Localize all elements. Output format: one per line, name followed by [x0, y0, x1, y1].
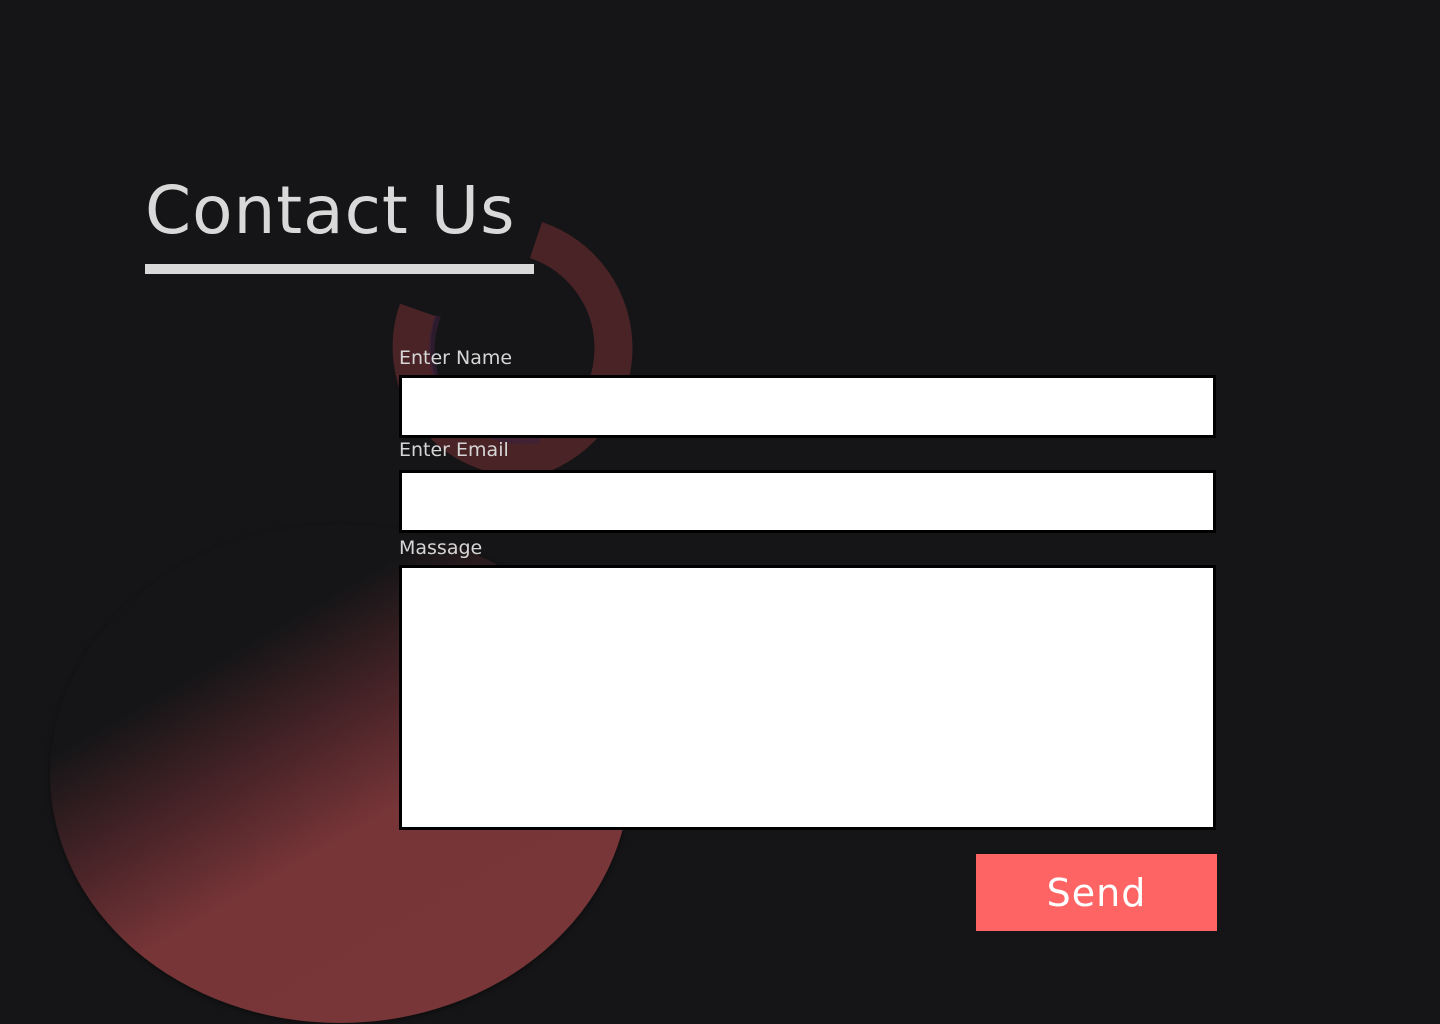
title-underline	[145, 264, 534, 274]
send-button[interactable]: Send	[976, 854, 1217, 931]
contact-page: Contact Us Enter Name Enter Email Massag…	[0, 0, 1440, 1024]
page-title: Contact Us	[145, 172, 516, 249]
name-label: Enter Name	[399, 347, 513, 369]
message-textarea[interactable]	[399, 565, 1216, 830]
email-label: Enter Email	[399, 439, 509, 461]
email-input[interactable]	[399, 470, 1216, 533]
message-label: Massage	[399, 537, 483, 559]
name-input[interactable]	[399, 375, 1216, 438]
